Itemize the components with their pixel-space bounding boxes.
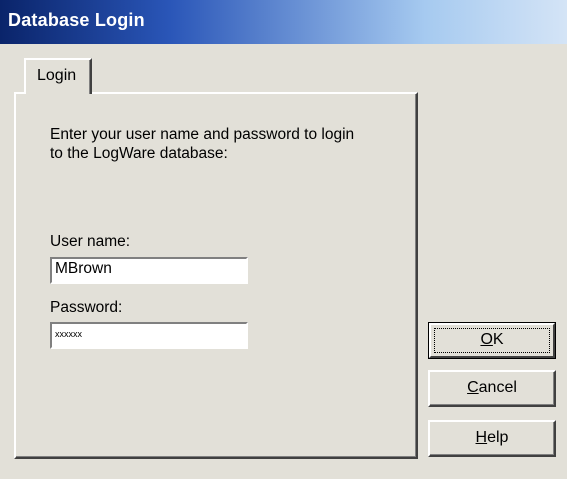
help-button[interactable]: Help [428, 420, 556, 457]
user-name-input[interactable]: MBrown [50, 257, 248, 284]
tab-login-label: Login [37, 67, 77, 84]
login-tab-panel: Enter your user name and password to log… [14, 92, 418, 459]
help-button-label: Help [475, 429, 509, 446]
password-label: Password: [50, 299, 123, 316]
cancel-button[interactable]: Cancel [428, 370, 556, 407]
tab-login[interactable]: Login [24, 58, 92, 94]
ok-button-label: OK [480, 331, 504, 348]
title-bar[interactable]: Database Login [0, 0, 567, 44]
login-instructions: Enter your user name and password to log… [50, 126, 355, 162]
cancel-button-label: Cancel [467, 379, 517, 396]
ok-button[interactable]: OK [428, 322, 556, 359]
user-name-label: User name: [50, 233, 131, 250]
password-input[interactable]: xxxxxx [50, 322, 248, 349]
window-title: Database Login [8, 10, 145, 30]
database-login-dialog: Database Login Login Enter your user nam… [0, 0, 567, 479]
